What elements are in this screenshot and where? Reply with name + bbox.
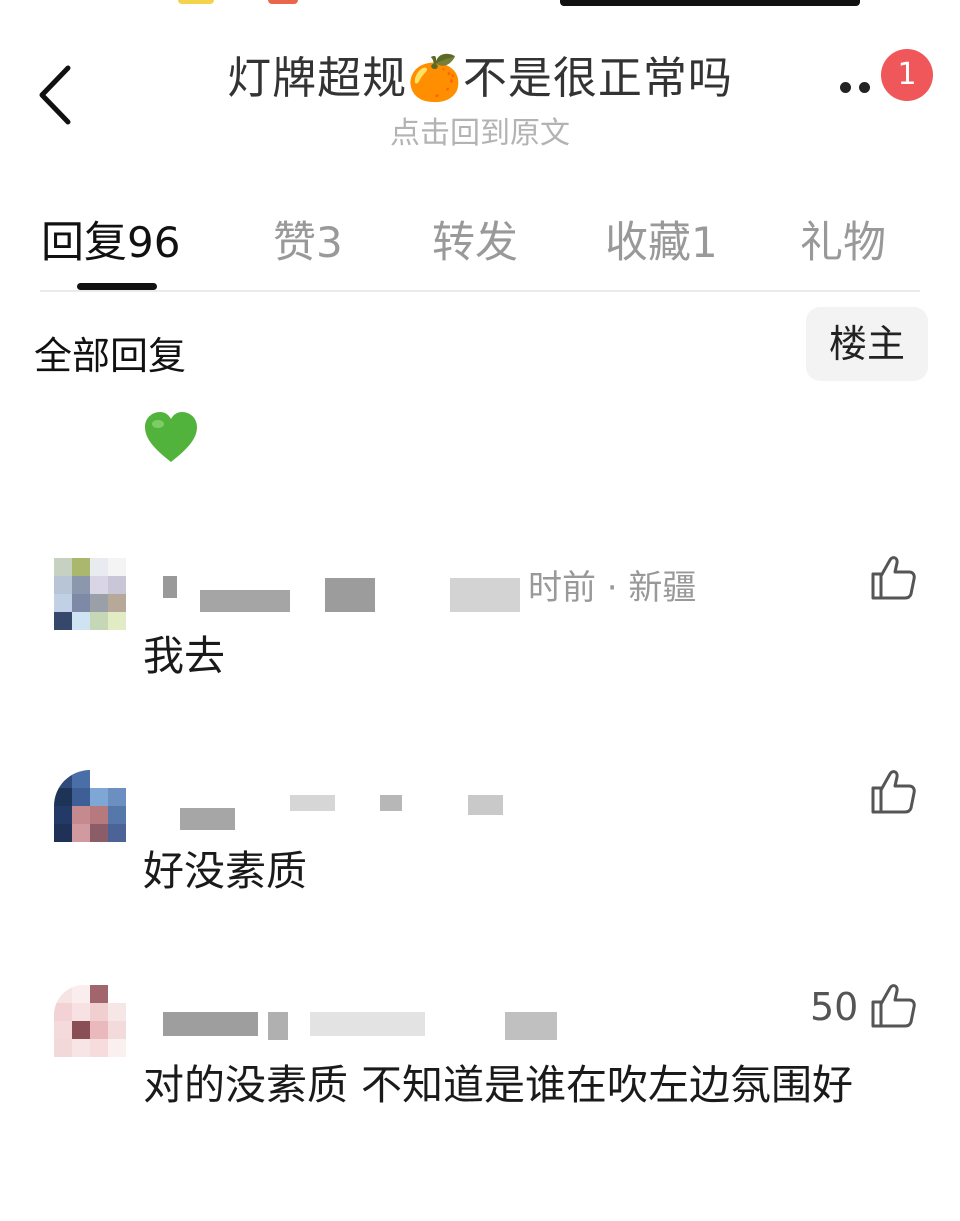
like-count: 50 [810,985,859,1029]
blurred-username [268,1012,288,1040]
like-button[interactable] [870,768,916,816]
comment-text: 好没素质 [143,847,307,895]
tab-count: 96 [127,218,181,267]
thumbs-up-icon [871,556,916,600]
status-bar-indicators [560,0,860,6]
blurred-username [505,1012,557,1040]
more-dots-icon [840,82,851,93]
op-only-filter-button[interactable]: 楼主 [806,307,928,381]
blurred-username [468,795,503,815]
blurred-username [290,795,335,811]
active-tab-indicator [77,283,157,290]
green-heart-emoji [143,410,199,466]
thumbs-up-icon [871,770,916,814]
tab-count: 3 [316,218,343,267]
notification-badge[interactable]: 1 [881,49,933,101]
more-dots-icon [859,82,870,93]
like-button[interactable] [870,554,916,602]
comment-text: 我去 [143,632,225,680]
tab-label: 回复 [41,218,127,268]
user-avatar[interactable] [54,770,126,842]
user-avatar[interactable] [54,985,126,1057]
blurred-username [325,578,375,612]
blurred-username [163,1012,258,1036]
status-bar-icon [178,0,214,4]
tab-count: 1 [691,218,718,267]
blurred-username [450,578,520,612]
comment-text: 对的没素质 不知道是谁在吹左边氛围好 [143,1061,854,1109]
blurred-username [310,1012,425,1036]
tab-reposts[interactable]: 转发 [432,208,518,270]
section-title: 全部回复 [34,334,187,378]
back-to-post-link[interactable]: 点击回到原文 [0,108,960,152]
tab-label: 收藏 [605,218,691,268]
user-avatar[interactable] [54,558,126,630]
thumbs-up-icon [871,984,916,1028]
tab-gifts[interactable]: 礼物 [800,208,886,270]
tab-replies[interactable]: 回复96 [41,208,180,270]
blurred-username [200,590,290,612]
blurred-username [380,795,402,811]
like-button[interactable] [870,982,916,1030]
tab-label: 赞 [273,218,316,268]
status-bar-icon [268,0,298,4]
tab-favorites[interactable]: 收藏1 [605,208,718,270]
comment-meta: 时前 · 新疆 [528,568,697,608]
blurred-username [180,808,235,830]
divider [40,290,920,292]
tab-likes[interactable]: 赞3 [273,208,343,270]
blurred-username [163,576,177,598]
tab-label: 礼物 [800,218,886,268]
page-title[interactable]: 灯牌超规🍊不是很正常吗 [0,42,960,106]
tab-label: 转发 [432,218,518,268]
